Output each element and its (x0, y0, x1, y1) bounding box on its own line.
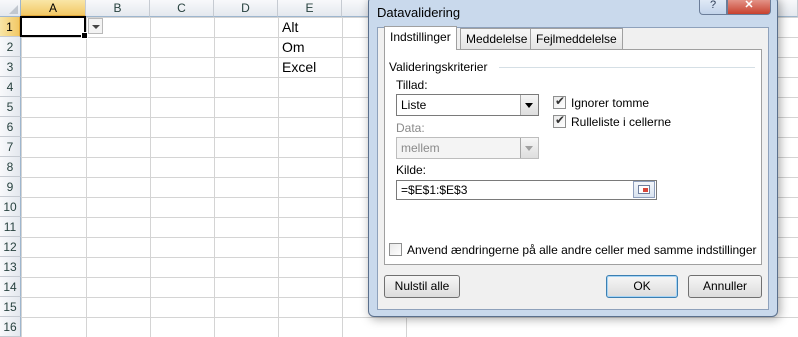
row-header-14[interactable]: 14 (0, 277, 21, 297)
column-header-e[interactable]: E (278, 0, 342, 17)
row-header-9[interactable]: 9 (0, 177, 21, 197)
ignore-blank-checkbox[interactable] (553, 94, 566, 109)
data-label: Data: (396, 121, 425, 135)
incell-dropdown-label[interactable]: Rulleliste i cellerne (571, 115, 671, 129)
settings-tab-panel: Valideringskriterier Tillad: Liste Ignor… (384, 49, 762, 265)
row-header-5[interactable]: 5 (0, 97, 21, 117)
column-divider (214, 17, 215, 337)
chevron-down-icon (520, 138, 538, 158)
cancel-button[interactable]: Annuller (688, 275, 762, 298)
tab-settings[interactable]: Indstillinger (384, 26, 457, 50)
row-header-11[interactable]: 11 (0, 217, 21, 237)
active-cell-a1[interactable] (20, 16, 88, 39)
data-select-value: mellem (401, 141, 440, 155)
column-divider (86, 17, 87, 337)
collapse-dialog-button[interactable] (633, 181, 655, 198)
data-select: mellem (396, 137, 539, 159)
range-select-icon (638, 185, 650, 194)
source-input[interactable]: =$E$1:$E$3 (396, 180, 657, 200)
cell-e1[interactable]: Alt (279, 17, 298, 37)
row-header-13[interactable]: 13 (0, 257, 21, 277)
help-button[interactable]: ? (699, 0, 727, 15)
data-validation-dialog: Datavalidering ? ✕ Indstillinger Meddele… (368, 0, 778, 317)
ok-button[interactable]: OK (606, 275, 678, 298)
ignore-blank-label[interactable]: Ignorer tomme (571, 96, 649, 110)
column-header-b[interactable]: B (86, 0, 150, 17)
row-header-3[interactable]: 3 (0, 57, 21, 77)
row-header-16[interactable]: 16 (0, 317, 21, 337)
column-header-a[interactable]: A (21, 0, 86, 17)
column-divider (342, 17, 343, 337)
column-divider (150, 17, 151, 337)
incell-dropdown-checkbox[interactable] (553, 113, 566, 128)
column-header-c[interactable]: C (150, 0, 214, 17)
row-header-1[interactable]: 1 (0, 17, 21, 37)
apply-all-checkbox[interactable] (389, 243, 402, 256)
dialog-title: Datavalidering (377, 5, 461, 20)
validation-criteria-label: Valideringskriterier (389, 60, 488, 74)
row-header-8[interactable]: 8 (0, 157, 21, 177)
allow-select-value: Liste (401, 98, 427, 112)
row-header-12[interactable]: 12 (0, 237, 21, 257)
row-header-7[interactable]: 7 (0, 137, 21, 157)
cell-e2[interactable]: Om (279, 37, 305, 57)
dialog-titlebar[interactable]: Datavalidering ? ✕ (369, 0, 777, 23)
tab-error-alert[interactable]: Fejlmeddelelse (530, 28, 623, 50)
allow-select[interactable]: Liste (396, 94, 539, 116)
clear-all-button[interactable]: Nulstil alle (384, 275, 460, 298)
source-label: Kilde: (396, 163, 427, 177)
row-header-4[interactable]: 4 (0, 77, 21, 97)
dialog-client-area: Indstillinger Meddelelse Fejlmeddelelse … (377, 26, 769, 310)
select-all-corner[interactable] (0, 0, 21, 17)
row-header-2[interactable]: 2 (0, 37, 21, 57)
group-divider (499, 67, 755, 68)
apply-all-label[interactable]: Anvend ændringerne på alle andre celler … (407, 243, 757, 257)
cell-e3[interactable]: Excel (279, 57, 316, 77)
close-button[interactable]: ✕ (727, 0, 771, 15)
allow-label: Tillad: (396, 78, 428, 92)
tab-input-message[interactable]: Meddelelse (460, 28, 534, 50)
row-header-6[interactable]: 6 (0, 117, 21, 137)
row-header-15[interactable]: 15 (0, 297, 21, 317)
chevron-down-icon[interactable] (520, 95, 538, 115)
chevron-down-icon (92, 25, 100, 29)
row-header-10[interactable]: 10 (0, 197, 21, 217)
column-header-d[interactable]: D (214, 0, 278, 17)
cell-dropdown-button[interactable] (88, 18, 103, 34)
